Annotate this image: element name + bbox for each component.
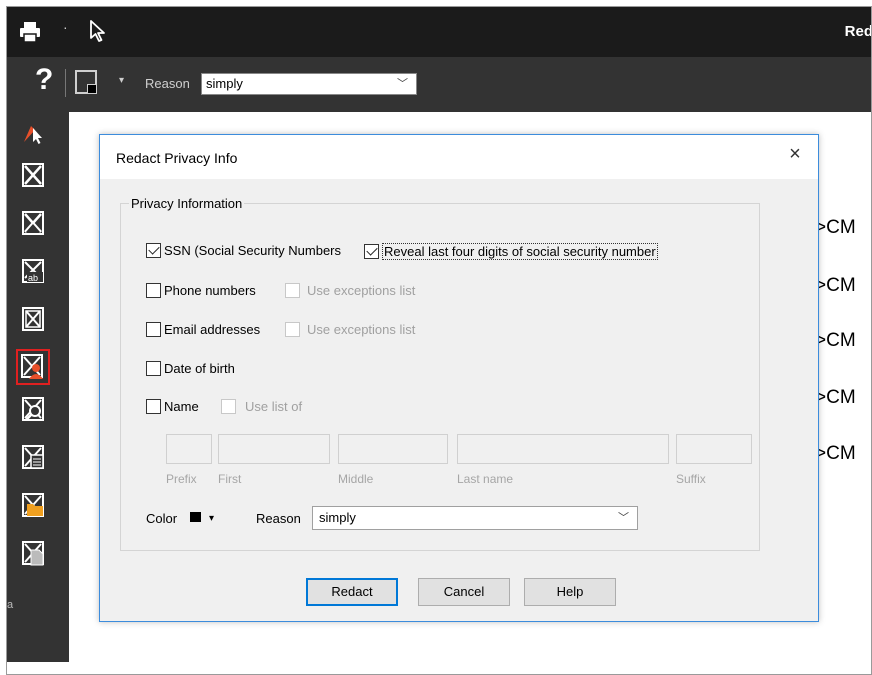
email-exceptions-label: Use exceptions list (307, 322, 416, 337)
help-icon[interactable]: ? (35, 63, 53, 97)
group-title: Privacy Information (129, 196, 245, 211)
redact-privacy-dialog: Redact Privacy Info × Privacy Informatio… (99, 134, 819, 622)
checkbox-box (146, 283, 161, 298)
document-text-line: >CM (815, 217, 856, 238)
color-picker-icon[interactable] (75, 70, 97, 94)
phone-exceptions-checkbox[interactable]: Use exceptions list (285, 283, 415, 298)
close-button[interactable]: × (780, 143, 810, 167)
redaction-toolbar: ? ▾ Reason simply ﹀ (7, 57, 871, 112)
suffix-caption: Suffix (676, 472, 706, 486)
ssn-checkbox[interactable]: SSN (Social Security Numbers (146, 243, 341, 258)
last-name-input[interactable] (457, 434, 669, 464)
app-window: · Red ? ▾ Reason simply ﹀ ab >CM >CM >CM… (6, 6, 872, 675)
chevron-down-icon: ﹀ (618, 512, 629, 524)
redact-document-icon[interactable] (21, 540, 45, 566)
phone-numbers-checkbox[interactable]: Phone numbers (146, 283, 256, 298)
redact-metadata-icon[interactable] (21, 444, 45, 470)
checkbox-box (146, 399, 161, 414)
reason-select[interactable]: simply ﹀ (312, 506, 638, 530)
suffix-input[interactable] (676, 434, 752, 464)
redact-area-icon[interactable] (21, 162, 45, 188)
name-checkbox[interactable]: Name (146, 399, 199, 414)
toolbar-reason-select[interactable]: simply ﹀ (201, 73, 417, 95)
checkbox-box (364, 244, 379, 259)
dob-label: Date of birth (164, 361, 235, 376)
color-dropdown-icon[interactable]: ▾ (209, 513, 214, 524)
redact-ab-icon[interactable]: ab (21, 258, 45, 284)
document-text-line: >CM (815, 275, 856, 296)
phone-label: Phone numbers (164, 283, 256, 298)
tool-sidebar: ab (7, 112, 69, 662)
cursor-icon[interactable] (87, 19, 109, 43)
prefix-input[interactable] (166, 434, 212, 464)
window-title-fragment: Red (844, 23, 872, 40)
checkbox-box (221, 399, 236, 414)
svg-text:ab: ab (28, 273, 38, 283)
pointer-redact-icon[interactable] (21, 120, 45, 146)
redact-privacy-icon[interactable] (16, 349, 50, 385)
first-name-input[interactable] (218, 434, 330, 464)
chevron-down-icon: ﹀ (397, 78, 408, 90)
cancel-button[interactable]: Cancel (418, 578, 510, 606)
email-exceptions-checkbox[interactable]: Use exceptions list (285, 322, 415, 337)
toolbar-reason-value: simply (206, 76, 243, 91)
prefix-caption: Prefix (166, 472, 197, 486)
reason-value: simply (319, 510, 356, 525)
last-name-caption: Last name (457, 472, 514, 486)
redact-page-icon[interactable] (21, 306, 45, 332)
redact-button[interactable]: Redact (306, 578, 398, 606)
document-text-line: >CM (815, 443, 856, 464)
checkbox-box (285, 283, 300, 298)
redact-text-icon[interactable] (21, 210, 45, 236)
reveal-last-four-checkbox[interactable]: Reveal last four digits of social securi… (364, 243, 658, 260)
checkbox-box (146, 243, 161, 258)
checkbox-box (146, 322, 161, 337)
document-text-line: >CM (815, 330, 856, 351)
print-icon[interactable] (19, 21, 41, 43)
date-of-birth-checkbox[interactable]: Date of birth (146, 361, 235, 376)
edge-fragment: a (7, 599, 14, 611)
checkbox-box (285, 322, 300, 337)
middle-caption: Middle (338, 472, 374, 486)
redact-folder-icon[interactable] (21, 492, 45, 518)
dialog-body: Privacy Information SSN (Social Security… (100, 179, 818, 621)
reason-label: Reason (256, 511, 301, 526)
email-addresses-checkbox[interactable]: Email addresses (146, 322, 260, 337)
name-label: Name (164, 399, 199, 414)
help-button[interactable]: Help (524, 578, 616, 606)
use-list-of-label: Use list of (245, 399, 303, 414)
color-dropdown-icon[interactable]: ▾ (119, 75, 124, 86)
privacy-information-group: Privacy Information SSN (Social Security… (120, 196, 760, 551)
redact-search-icon[interactable] (21, 396, 45, 422)
ssn-label: SSN (Social Security Numbers (164, 243, 341, 258)
toolbar-reason-label: Reason (145, 76, 190, 91)
color-swatch[interactable] (190, 512, 201, 522)
color-label: Color (146, 511, 178, 526)
use-list-of-checkbox[interactable]: Use list of (221, 399, 302, 414)
reveal-label: Reveal last four digits of social securi… (382, 243, 658, 260)
print-dropdown-icon[interactable]: · (63, 19, 68, 35)
dialog-title: Redact Privacy Info (116, 150, 238, 166)
checkbox-box (146, 361, 161, 376)
toolbar-separator (65, 69, 66, 97)
title-bar: · Red (7, 7, 872, 57)
phone-exceptions-label: Use exceptions list (307, 283, 416, 298)
document-text-line: >CM (815, 387, 856, 408)
middle-name-input[interactable] (338, 434, 448, 464)
email-label: Email addresses (164, 322, 261, 337)
first-caption: First (218, 472, 242, 486)
